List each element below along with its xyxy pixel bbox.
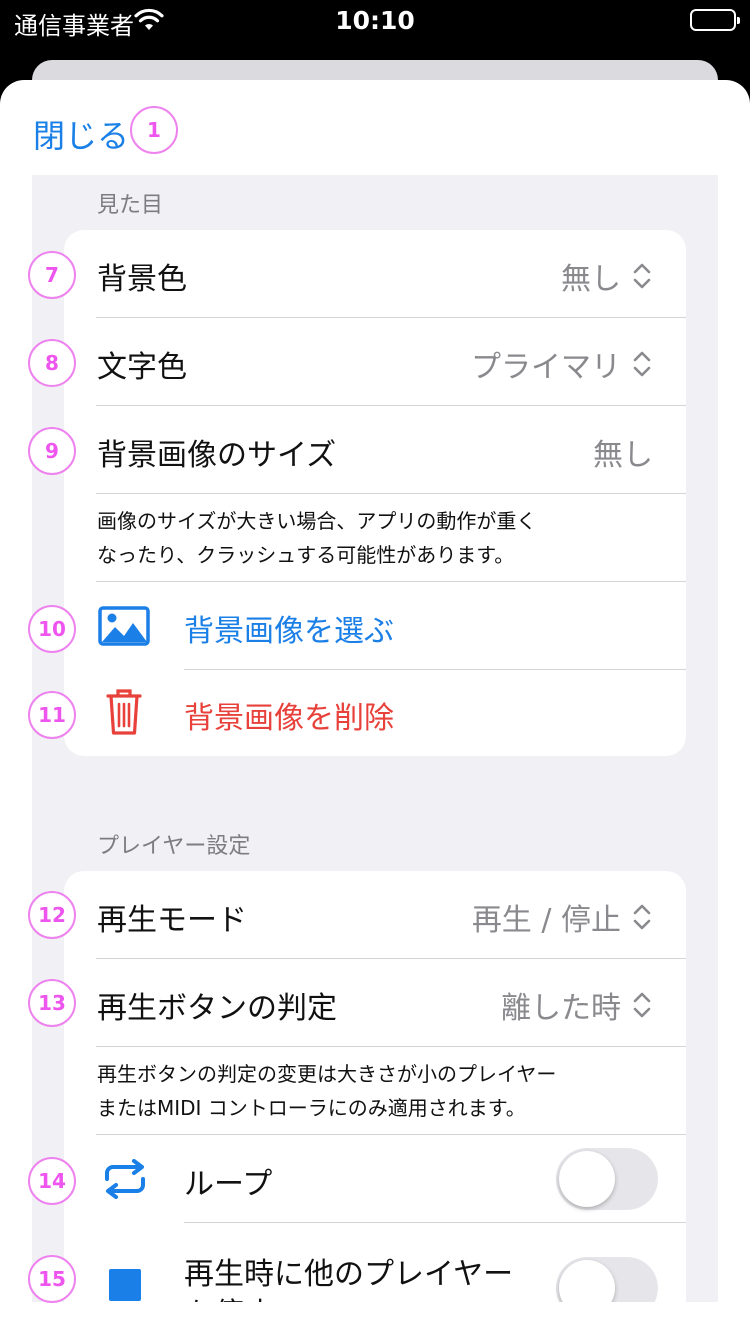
play-button-note: 再生ボタンの判定の変更は大きさが小のプレイヤー またはMIDI コントローラにの… <box>64 1047 686 1135</box>
annotation-badge: 1 <box>130 106 178 154</box>
play-mode-label: 再生モード <box>97 903 247 938</box>
chevron-up-down-icon <box>633 263 651 289</box>
choose-background-image-button[interactable]: 背景画像を選ぶ <box>64 582 686 670</box>
player-settings-group: 再生モード 再生 / 停止 再生ボタンの判定 離した時 再生ボタンの判定の変更は… <box>64 871 686 1302</box>
stop-other-players-row[interactable]: 再生時に他のプレイヤー を停止 <box>64 1223 686 1302</box>
text-color-value[interactable]: プライマリ <box>471 342 653 386</box>
loop-toggle[interactable] <box>556 1148 658 1210</box>
annotation-badge: 10 <box>28 605 76 653</box>
settings-list: 見た目 背景色 無し 文字色 プライマリ 背景画像のサイズ 無し 画像のサイズが… <box>32 175 718 1302</box>
photo-icon <box>98 606 150 646</box>
loop-row[interactable]: ループ <box>64 1135 686 1223</box>
annotation-badge: 8 <box>28 339 76 387</box>
play-button-judgment-value-text: 離した時 <box>501 991 621 1026</box>
background-color-value-text: 無し <box>561 262 621 297</box>
settings-sheet: 閉じる 1 見た目 背景色 無し 文字色 プライマリ 背景画像のサイズ 無し 画… <box>0 80 750 1334</box>
note-line: なったり、クラッシュする可能性があります。 <box>97 543 515 567</box>
annotation-badge: 9 <box>28 427 76 475</box>
annotation-badge: 15 <box>28 1255 76 1303</box>
close-button[interactable]: 閉じる <box>33 111 129 157</box>
annotation-badge: 12 <box>28 891 76 939</box>
stop-other-players-label-line2: を停止 <box>184 1289 274 1302</box>
text-color-value-text: プライマリ <box>471 350 621 385</box>
stop-other-players-toggle[interactable] <box>556 1257 658 1302</box>
delete-background-image-button[interactable]: 背景画像を削除 <box>64 670 686 756</box>
appearance-group: 背景色 無し 文字色 プライマリ 背景画像のサイズ 無し 画像のサイズが大きい場… <box>64 230 686 756</box>
note-line: 画像のサイズが大きい場合、アプリの動作が重く <box>97 509 537 533</box>
background-image-size-value: 無し <box>593 438 653 473</box>
repeat-icon <box>105 1159 145 1199</box>
chevron-up-down-icon <box>633 904 651 930</box>
loop-label: ループ <box>184 1167 273 1202</box>
choose-background-image-label: 背景画像を選ぶ <box>184 614 394 649</box>
stop-icon <box>109 1269 141 1301</box>
background-image-size-row[interactable]: 背景画像のサイズ 無し <box>64 406 686 494</box>
play-mode-value-text: 再生 / 停止 <box>471 903 621 938</box>
text-color-label: 文字色 <box>97 350 187 385</box>
clock: 10:10 <box>335 6 415 35</box>
annotation-badge: 14 <box>28 1157 76 1205</box>
play-mode-value[interactable]: 再生 / 停止 <box>472 895 653 939</box>
note-line: またはMIDI コントローラにのみ適用されます。 <box>97 1096 526 1120</box>
stop-other-players-label: 再生時に他のプレイヤー <box>184 1257 514 1292</box>
trash-icon <box>106 689 142 735</box>
chevron-up-down-icon <box>633 992 651 1018</box>
annotation-badge: 7 <box>28 251 76 299</box>
play-button-judgment-value[interactable]: 離した時 <box>501 983 653 1027</box>
note-line: 再生ボタンの判定の変更は大きさが小のプレイヤー <box>97 1062 557 1086</box>
play-button-judgment-row[interactable]: 再生ボタンの判定 離した時 <box>64 959 686 1047</box>
annotation-badge: 11 <box>28 691 76 739</box>
toggle-knob <box>559 1260 615 1302</box>
toggle-knob <box>559 1151 615 1207</box>
delete-background-image-label: 背景画像を削除 <box>184 701 394 736</box>
battery-icon <box>690 9 740 31</box>
background-image-note: 画像のサイズが大きい場合、アプリの動作が重く なったり、クラッシュする可能性があ… <box>64 494 686 582</box>
background-color-row[interactable]: 背景色 無し <box>64 230 686 318</box>
background-color-label: 背景色 <box>97 262 187 297</box>
section-header-player-settings: プレイヤー設定 <box>97 834 251 859</box>
background-color-value[interactable]: 無し <box>561 254 653 298</box>
play-mode-row[interactable]: 再生モード 再生 / 停止 <box>64 871 686 959</box>
chevron-up-down-icon <box>633 351 651 377</box>
text-color-row[interactable]: 文字色 プライマリ <box>64 318 686 406</box>
status-bar: 通信事業者 10:10 <box>0 0 750 44</box>
play-button-judgment-label: 再生ボタンの判定 <box>97 991 337 1026</box>
annotation-badge: 13 <box>28 979 76 1027</box>
section-header-appearance: 見た目 <box>97 193 164 218</box>
background-image-size-label: 背景画像のサイズ <box>97 438 337 473</box>
